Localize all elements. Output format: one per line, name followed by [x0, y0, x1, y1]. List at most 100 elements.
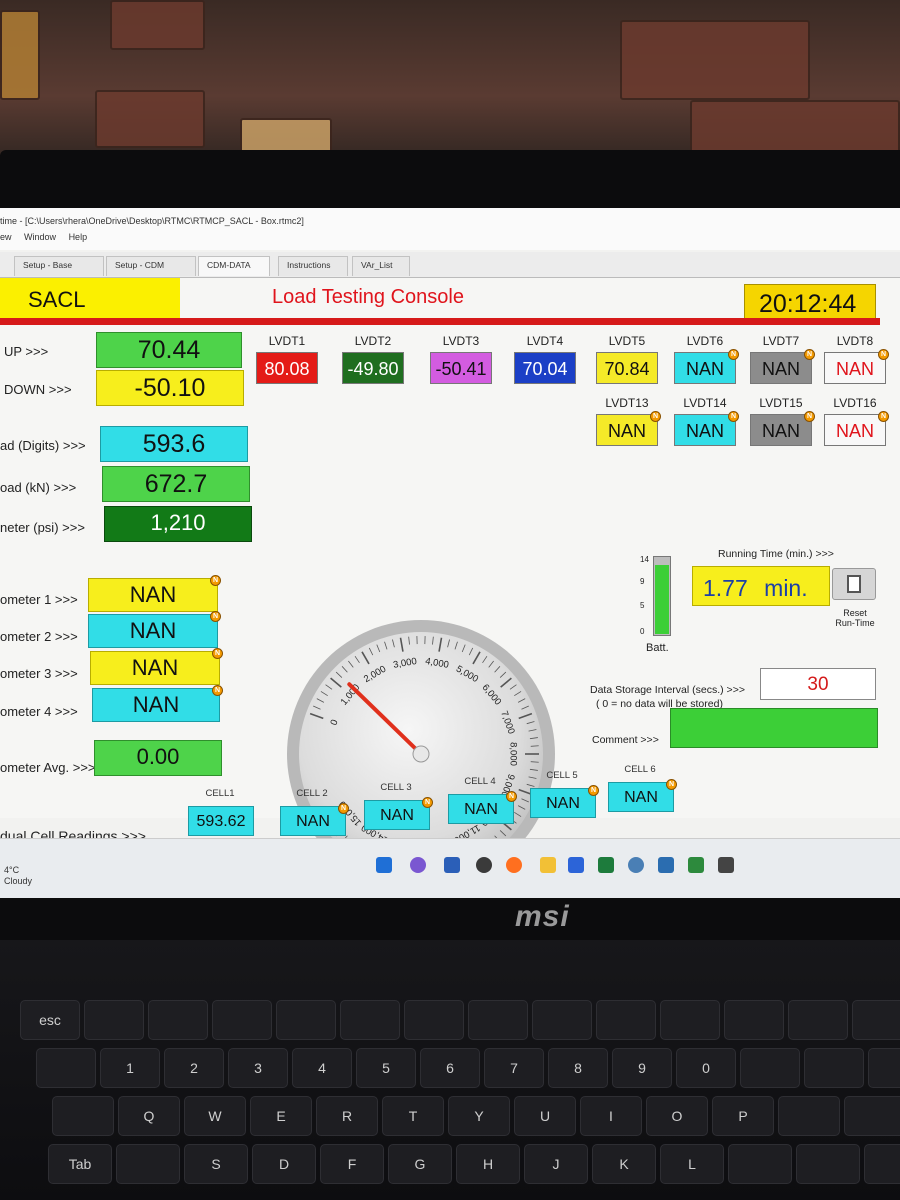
menu-view[interactable]: ew [0, 232, 12, 242]
key-label: 4 [318, 1060, 326, 1076]
keyboard-key [788, 1000, 848, 1040]
cell-value-text: NAN [546, 795, 580, 812]
laptop-screen: time - [C:\Users\rhera\OneDrive\Desktop\… [0, 208, 900, 898]
lvdt-value-text: NAN [607, 421, 646, 441]
lvdt-value: -49.80 [342, 352, 404, 384]
whatsapp-icon[interactable] [476, 857, 492, 873]
nan-warning-icon: N [666, 779, 677, 790]
excel-icon[interactable] [598, 857, 614, 873]
nan-warning-icon: N [728, 349, 739, 360]
tab-setup-cdm[interactable]: Setup - CDM [106, 256, 196, 276]
battery-tick: 5 [640, 601, 645, 610]
gauge-tick [530, 761, 539, 763]
key-label: 9 [638, 1060, 646, 1076]
keyboard-key: L [660, 1144, 724, 1184]
keyboard-key [116, 1144, 180, 1184]
app-icon[interactable] [688, 857, 704, 873]
cell-label: CELL 5 [546, 770, 578, 781]
keyboard-key [796, 1144, 860, 1184]
globe-icon[interactable] [628, 857, 644, 873]
clock-display: 20:12:44 [744, 284, 876, 322]
nan-warning-icon: N [210, 611, 221, 622]
photo-scene: time - [C:\Users\rhera\OneDrive\Desktop\… [0, 0, 900, 1200]
tab-strip: Setup - Base Setup - CDM CDM-DATA Instru… [0, 252, 900, 278]
gauge-tick [530, 745, 539, 747]
menu-window[interactable]: Window [24, 232, 56, 242]
lvdt-value-text: 70.84 [604, 359, 650, 379]
piezo-4-text: NAN [132, 692, 180, 717]
reading-psi-label: neter (psi) >>> [0, 520, 85, 535]
key-label: S [211, 1156, 221, 1172]
app-icon[interactable] [718, 857, 734, 873]
keyboard-key [532, 1000, 592, 1040]
app-icon[interactable] [568, 857, 584, 873]
keyboard-key [804, 1048, 864, 1088]
lvdt-label: LVDT13 [605, 396, 649, 410]
key-label: P [738, 1108, 748, 1124]
nan-warning-icon: N [338, 803, 349, 814]
lvdt-value: 80.08 [256, 352, 318, 384]
teams-icon[interactable] [444, 857, 460, 873]
key-label: 8 [574, 1060, 582, 1076]
key-label: I [609, 1108, 613, 1124]
piezo-4-label: ometer 4 >>> [0, 704, 78, 719]
lvdt-value-text: 70.04 [522, 359, 568, 379]
lvdt-label: LVDT4 [526, 334, 564, 348]
keyboard-key [864, 1144, 900, 1184]
lvdt-value: 70.04 [514, 352, 576, 384]
weather-temp: 4°C [4, 865, 20, 875]
lvdt-label: LVDT5 [608, 334, 646, 348]
windows-start-icon[interactable] [376, 857, 392, 873]
reset-runtime-button[interactable] [832, 568, 876, 600]
firefox-icon[interactable] [506, 857, 522, 873]
menu-help[interactable]: Help [69, 232, 88, 242]
cell-value-text: NAN [296, 813, 330, 830]
piezo-4-value: NAN N [92, 685, 223, 722]
battery-tick: 9 [640, 577, 645, 586]
key-label: H [482, 1156, 494, 1172]
lvdt-label: LVDT8 [836, 334, 874, 348]
cell-value: NAN N [448, 791, 517, 824]
nan-warning-icon: N [728, 411, 739, 422]
lvdt-label: LVDT15 [759, 396, 803, 410]
cell-value: NAN N [608, 779, 677, 812]
lvdt-value-text: NAN [685, 421, 724, 441]
file-explorer-icon[interactable] [540, 857, 556, 873]
gauge-hub [412, 745, 430, 763]
reading-digits-label: ad (Digits) >>> [0, 438, 86, 453]
cell-value-text: NAN [624, 789, 658, 806]
menu-bar: ew Window Help [0, 232, 900, 250]
lvdt-value: NAN N [824, 411, 889, 446]
keyboard-key: 0 [676, 1048, 736, 1088]
comment-label: Comment >>> [592, 734, 659, 746]
keyboard-key [84, 1000, 144, 1040]
key-label: 3 [254, 1060, 262, 1076]
tab-instructions[interactable]: Instructions [278, 256, 348, 276]
storage-interval-input[interactable]: 30 [760, 668, 876, 700]
copilot-icon[interactable] [410, 857, 426, 873]
keyboard-key: 2 [164, 1048, 224, 1088]
settings-app-icon[interactable] [658, 857, 674, 873]
keyboard-key [740, 1048, 800, 1088]
lvdt-value-text: -49.80 [347, 359, 399, 379]
keyboard-key [212, 1000, 272, 1040]
keyboard-key: 9 [612, 1048, 672, 1088]
reading-load-label: oad (kN) >>> [0, 480, 77, 495]
keyboard-key: D [252, 1144, 316, 1184]
gauge-tick-label: 8,000 [507, 742, 518, 766]
nan-warning-icon: N [506, 791, 517, 802]
lvdt-value-text: NAN [761, 359, 800, 379]
comment-input[interactable] [670, 708, 878, 748]
keyboard-key: J [524, 1144, 588, 1184]
keyboard-key: U [514, 1096, 576, 1136]
tab-setup-base[interactable]: Setup - Base [14, 256, 104, 276]
weather-widget[interactable]: 4°C Cloudy [4, 865, 32, 887]
lvdt-value: 70.84 [596, 352, 658, 384]
tab-cdm-data[interactable]: CDM-DATA [198, 256, 270, 276]
reset-runtime-label: Reset Run-Time [835, 608, 875, 628]
key-label: G [414, 1156, 426, 1172]
lvdt-label: LVDT16 [833, 396, 877, 410]
keyboard-key: W [184, 1096, 246, 1136]
tab-var-list[interactable]: VAr_List [352, 256, 410, 276]
reading-psi-value: 1,210 [104, 506, 252, 542]
